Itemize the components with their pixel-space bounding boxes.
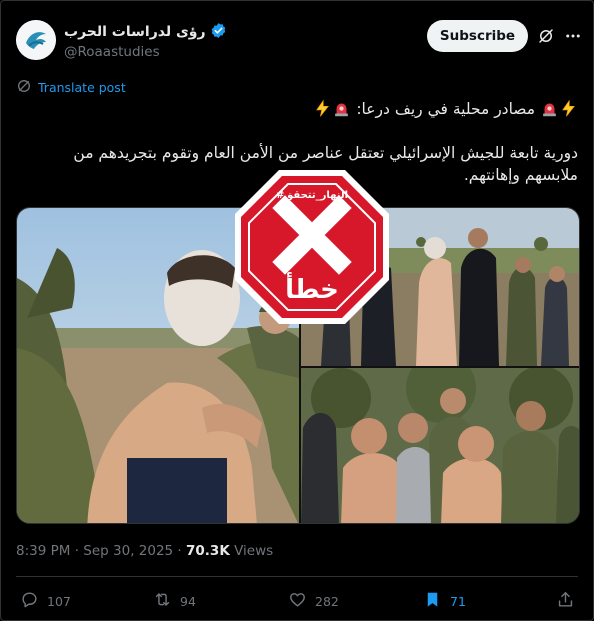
- repost-button[interactable]: 94: [153, 590, 196, 612]
- post-date[interactable]: Sep 30, 2025: [83, 543, 173, 559]
- translate-label: Translate post: [38, 80, 126, 95]
- post-line-2: دورية تابعة للجيش الإسرائيلي تعتقل عناصر…: [73, 144, 578, 162]
- meta-separator: ·: [173, 543, 187, 559]
- verified-badge-icon: [210, 22, 227, 43]
- action-bar: 107 94 282 71: [0, 590, 594, 614]
- post-line-1-text: مصادر محلية في ريف درعا:: [356, 100, 536, 118]
- avatar[interactable]: [16, 20, 56, 60]
- grok-icon[interactable]: [537, 27, 555, 45]
- divider: [16, 576, 578, 577]
- repost-icon: [153, 590, 172, 612]
- views-count: 70.3K: [186, 543, 230, 559]
- reply-button[interactable]: 107: [20, 590, 71, 612]
- lightning-emoji-icon: [560, 99, 577, 117]
- translate-icon: [16, 78, 32, 97]
- reply-icon: [20, 590, 39, 612]
- stamp-verdict: خطأ: [285, 272, 339, 305]
- like-button[interactable]: 282: [288, 590, 339, 612]
- heart-icon: [288, 590, 307, 612]
- siren-emoji-icon: [333, 100, 350, 117]
- share-icon: [556, 590, 575, 612]
- views-label: Views: [234, 543, 274, 559]
- bookmark-count: 71: [450, 593, 466, 609]
- share-button[interactable]: [556, 590, 575, 612]
- author-display-name[interactable]: رؤى لدراسات الحرب: [64, 24, 206, 40]
- subscribe-button[interactable]: Subscribe: [427, 20, 528, 52]
- like-count: 282: [315, 593, 339, 609]
- translate-post-link[interactable]: Translate post: [16, 78, 126, 97]
- post-line-1: مصادر محلية في ريف درعا:: [18, 98, 578, 120]
- bookmark-icon: [423, 590, 442, 612]
- fact-check-stamp: #النهار_تتحقق خطأ: [233, 168, 391, 326]
- bookmark-button[interactable]: 71: [423, 590, 466, 612]
- post-time[interactable]: 8:39 PM: [16, 543, 70, 559]
- lightning-emoji-icon: [314, 99, 331, 117]
- post-meta: 8:39 PM · Sep 30, 2025 · 70.3K Views: [16, 543, 273, 559]
- repost-count: 94: [180, 593, 196, 609]
- siren-emoji-icon: [541, 100, 558, 117]
- meta-separator: ·: [70, 543, 84, 559]
- author-block: رؤى لدراسات الحرب @Roaastudies: [64, 22, 227, 60]
- author-handle[interactable]: @Roaastudies: [64, 44, 227, 60]
- photo-bottom-right[interactable]: [301, 353, 579, 523]
- reply-count: 107: [47, 593, 71, 609]
- more-icon[interactable]: [564, 27, 582, 45]
